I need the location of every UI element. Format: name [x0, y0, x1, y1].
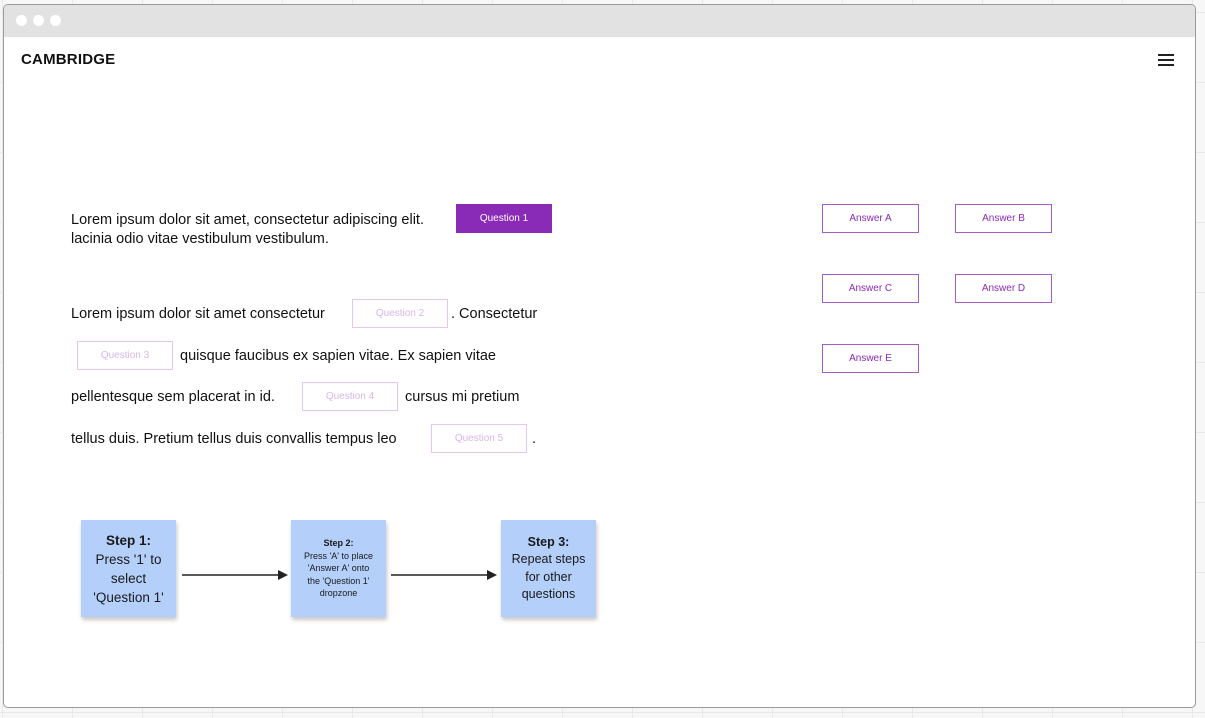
step-3-note: Step 3: Repeat steps for other questions	[501, 520, 596, 617]
step-text: 'Question 1'	[93, 589, 164, 605]
window-titlebar	[4, 5, 1195, 37]
passage-text: tellus duis. Pretium tellus duis convall…	[71, 431, 397, 447]
passage-text: .	[532, 431, 537, 447]
step-text: select	[110, 570, 147, 586]
step-title: Step 3:	[527, 534, 570, 549]
step-text: Press 'A' to place	[304, 550, 373, 561]
step-title: Step 2:	[323, 538, 354, 549]
step-text: questions	[521, 587, 576, 601]
step-text: 'Answer A' onto	[307, 563, 370, 574]
passage-text: cursus mi pretium	[405, 389, 520, 405]
answer-b-button[interactable]: Answer B	[955, 204, 1052, 233]
passage-text: Lorem ipsum dolor sit amet, consectetur …	[71, 212, 424, 228]
answer-a-button[interactable]: Answer A	[822, 204, 919, 233]
step-text: Press '1' to	[95, 551, 162, 567]
window-control-dot[interactable]	[33, 15, 44, 26]
window-control-dot[interactable]	[16, 15, 27, 26]
step-text: Repeat steps	[511, 552, 586, 566]
question-5-dropzone[interactable]: Question 5	[431, 424, 527, 453]
passage-text: lacinia odio vitae vestibulum vestibulum…	[71, 231, 329, 247]
passage-text: quisque faucibus ex sapien vitae. Ex sap…	[180, 348, 496, 364]
question-1-dropzone[interactable]: Question 1	[456, 204, 552, 233]
step-text: dropzone	[319, 588, 358, 599]
answer-d-button[interactable]: Answer D	[955, 274, 1052, 303]
answer-e-button[interactable]: Answer E	[822, 344, 919, 373]
step-title: Step 1:	[105, 532, 151, 548]
browser-window: CAMBRIDGE Lorem ipsum dolor sit amet, co…	[3, 4, 1196, 708]
question-3-dropzone[interactable]: Question 3	[77, 341, 173, 370]
question-2-dropzone[interactable]: Question 2	[352, 299, 448, 328]
passage-text: Lorem ipsum dolor sit amet consectetur	[71, 306, 325, 322]
brand-logo: CAMBRIDGE	[21, 51, 116, 68]
passage-text: . Consectetur	[451, 306, 538, 322]
answer-c-button[interactable]: Answer C	[822, 274, 919, 303]
passage-text: pellentesque sem placerat in id.	[71, 389, 275, 405]
hamburger-menu-icon[interactable]	[1158, 53, 1174, 67]
step-2-note: Step 2: Press 'A' to place 'Answer A' on…	[291, 520, 386, 617]
question-4-dropzone[interactable]: Question 4	[302, 382, 398, 411]
step-text: the 'Question 1'	[307, 575, 370, 586]
step-text: for other	[525, 569, 572, 584]
window-control-dot[interactable]	[50, 15, 61, 26]
step-1-note: Step 1: Press '1' to select 'Question 1'	[81, 520, 176, 617]
